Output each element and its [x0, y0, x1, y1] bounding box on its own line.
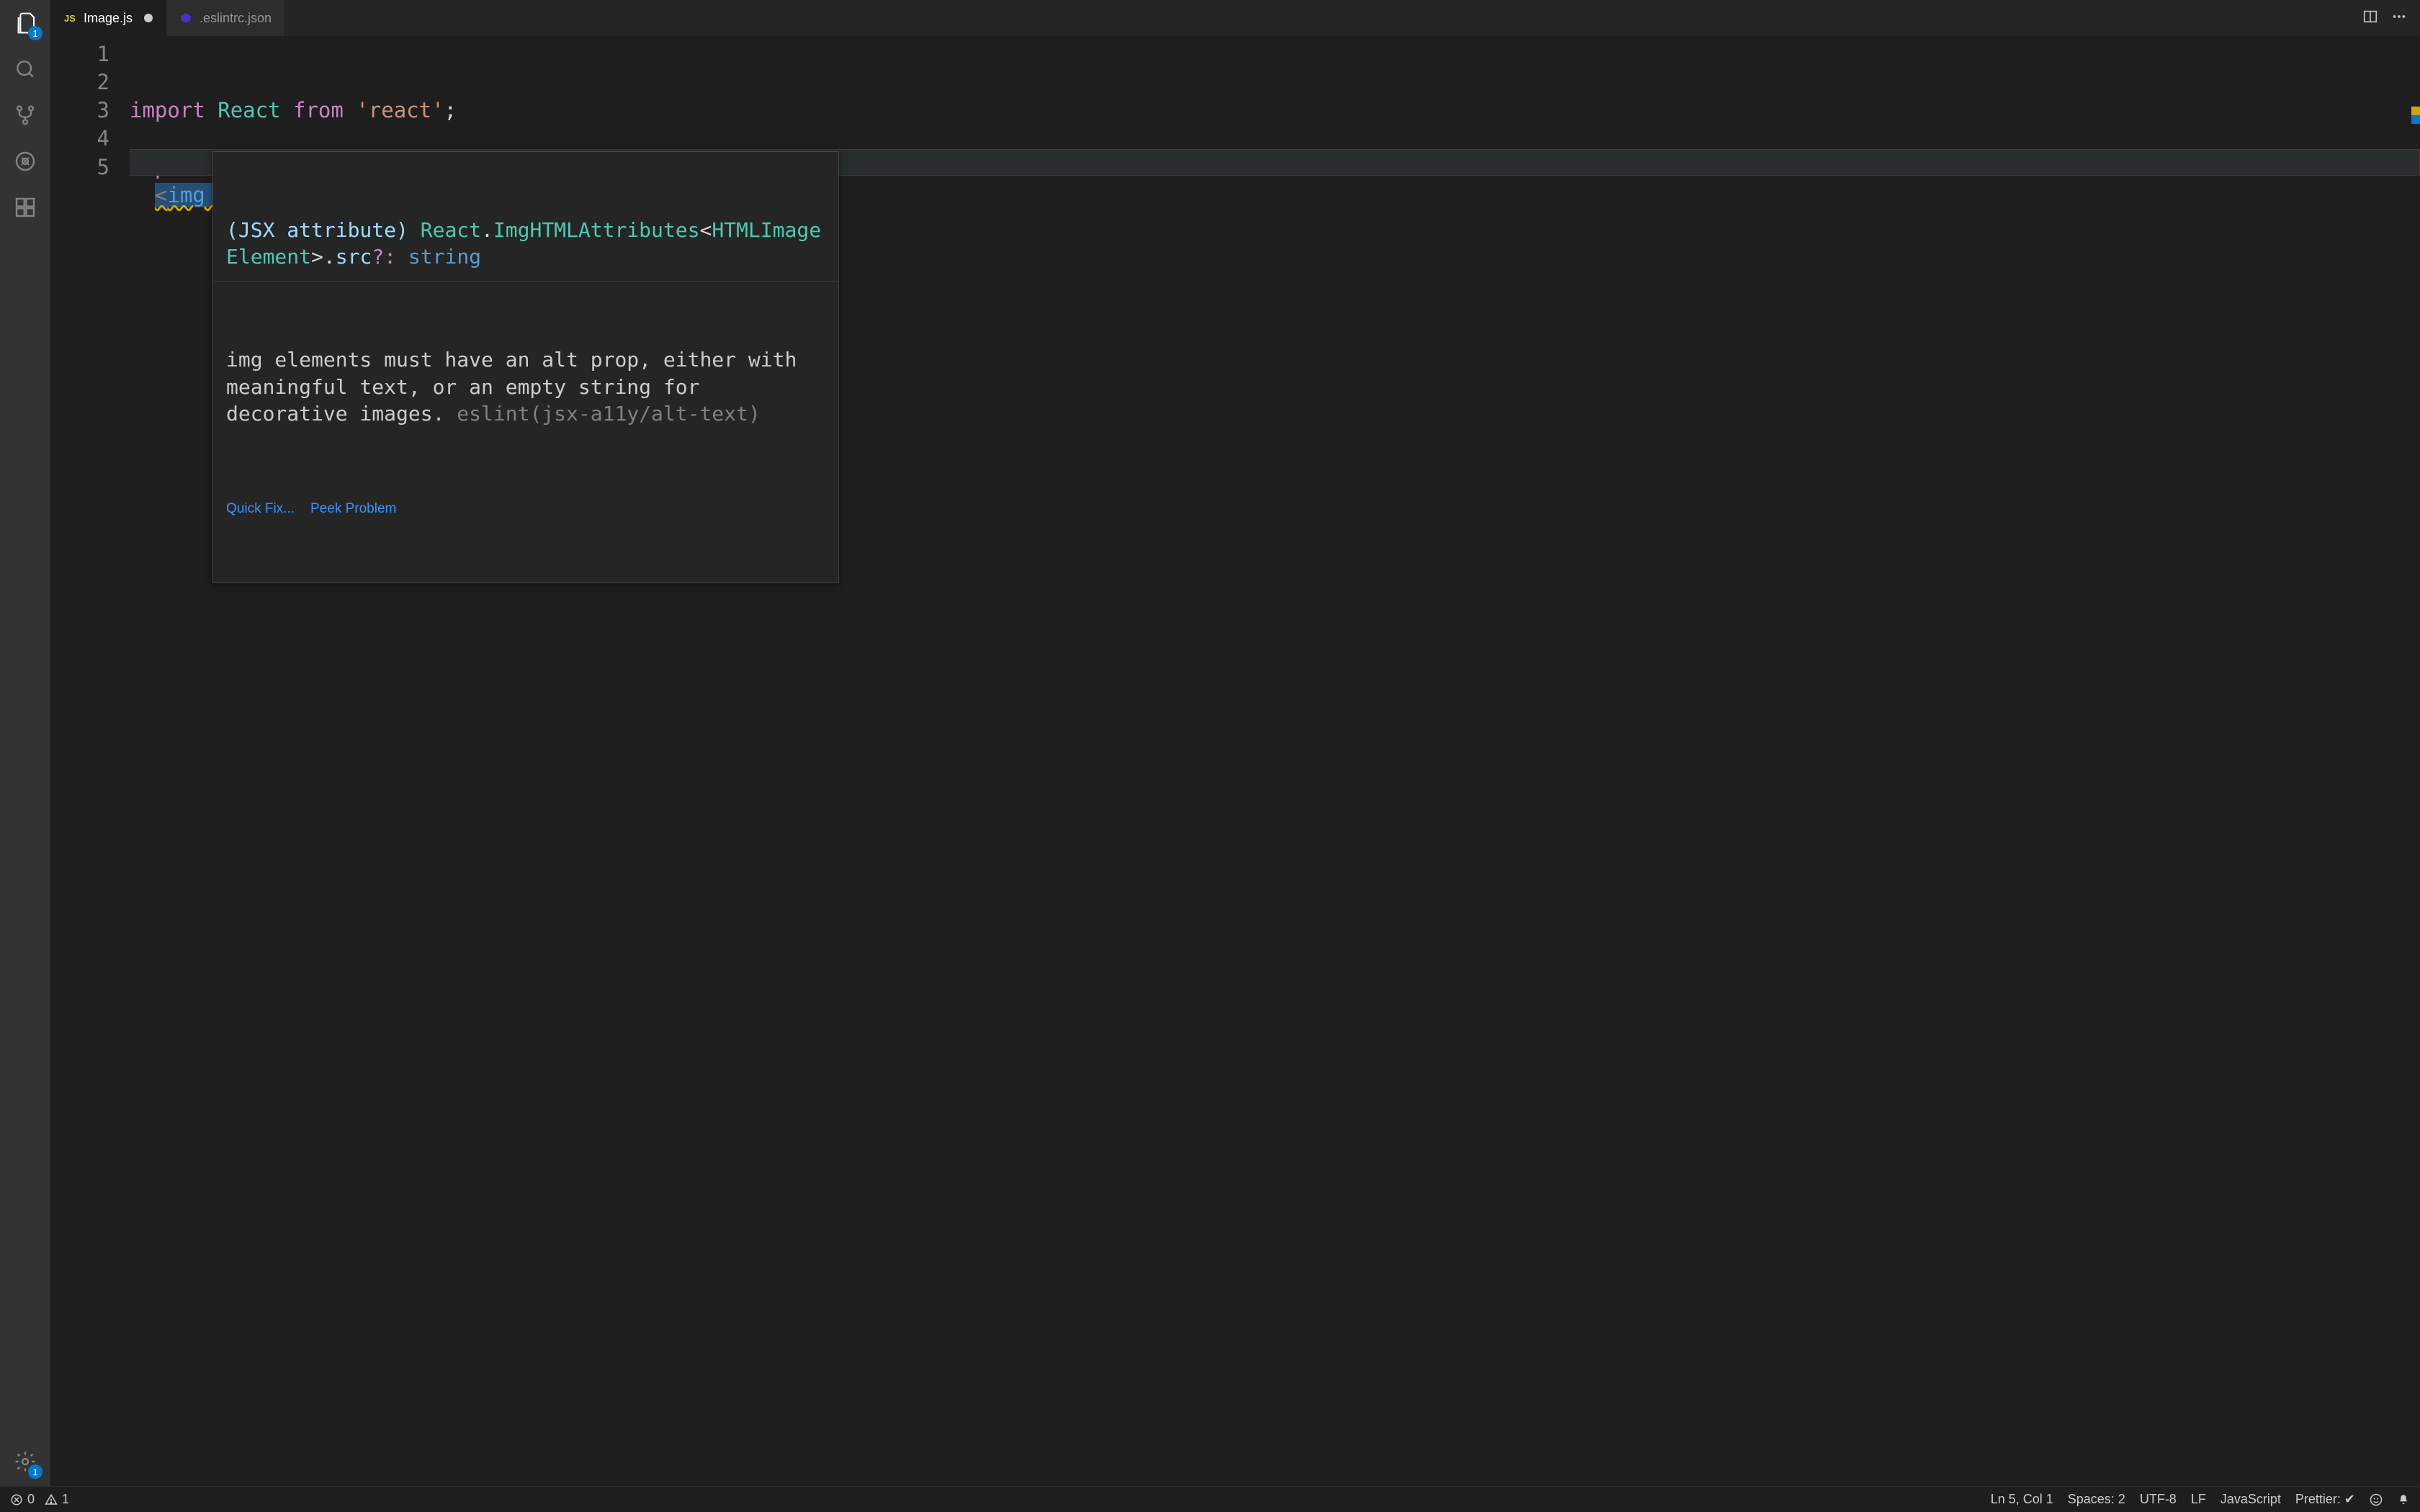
warning-icon	[45, 1493, 58, 1506]
error-icon	[10, 1493, 23, 1506]
editor-actions	[2349, 0, 2420, 36]
code-line-5	[130, 211, 142, 235]
overview-ruler[interactable]	[2406, 36, 2420, 1486]
hover-signature: (JSX attribute) React.ImgHTMLAttributes<…	[213, 207, 838, 282]
tab-label: Image.js	[84, 11, 133, 26]
hover-actions: Quick Fix... Peek Problem	[213, 492, 838, 528]
split-editor-icon[interactable]	[2362, 9, 2378, 27]
settings-badge: 1	[28, 1464, 42, 1479]
status-prettier[interactable]: Prettier: ✔	[2295, 1492, 2355, 1507]
editor[interactable]: 1 2 3 4 5 import React from 'react'; exp…	[50, 36, 2420, 1486]
status-bell-icon[interactable]	[2397, 1493, 2410, 1506]
bell-icon	[2397, 1493, 2410, 1506]
status-eol[interactable]: LF	[2191, 1492, 2206, 1507]
eslint-file-icon	[179, 12, 192, 24]
tab-bar: JS Image.js .eslintrc.json	[50, 0, 2420, 36]
js-file-icon: JS	[63, 12, 76, 24]
ruler-info-mark[interactable]	[2411, 115, 2420, 124]
more-actions-icon[interactable]	[2391, 9, 2407, 27]
status-language[interactable]: JavaScript	[2220, 1492, 2281, 1507]
status-encoding[interactable]: UTF-8	[2140, 1492, 2177, 1507]
smiley-icon	[2370, 1493, 2383, 1506]
peek-problem-link[interactable]: Peek Problem	[310, 500, 396, 518]
search-icon[interactable]	[12, 56, 38, 82]
status-feedback-icon[interactable]	[2370, 1493, 2383, 1506]
debug-icon[interactable]	[12, 148, 38, 174]
tab-eslintrc[interactable]: .eslintrc.json	[166, 0, 285, 36]
status-problems[interactable]: 0 1	[10, 1492, 69, 1507]
code-line-2	[130, 126, 142, 150]
line-gutter: 1 2 3 4 5	[50, 36, 130, 1486]
source-control-icon[interactable]	[12, 102, 38, 128]
status-cursor[interactable]: Ln 5, Col 1	[1991, 1492, 2053, 1507]
code-line-1: import React from 'react';	[130, 98, 457, 122]
tab-label: .eslintrc.json	[200, 11, 272, 26]
quick-fix-link[interactable]: Quick Fix...	[226, 500, 295, 518]
unsaved-dot-icon	[144, 14, 153, 22]
activity-bar: 1	[0, 0, 50, 1486]
settings-icon[interactable]: 1	[12, 1449, 38, 1475]
hover-message: img elements must have an alt prop, eith…	[213, 336, 838, 438]
ruler-warning-mark[interactable]	[2411, 107, 2420, 115]
status-spaces[interactable]: Spaces: 2	[2068, 1492, 2125, 1507]
explorer-icon[interactable]: 1	[12, 10, 38, 36]
explorer-badge: 1	[28, 26, 42, 40]
status-bar: 0 1 Ln 5, Col 1 Spaces: 2 UTF-8 LF JavaS…	[0, 1486, 2420, 1512]
code-area[interactable]: import React from 'react'; export const …	[130, 36, 2420, 1486]
extensions-icon[interactable]	[12, 194, 38, 220]
tab-image-js[interactable]: JS Image.js	[50, 0, 166, 36]
hover-tooltip: (JSX attribute) React.ImgHTMLAttributes<…	[212, 151, 839, 583]
